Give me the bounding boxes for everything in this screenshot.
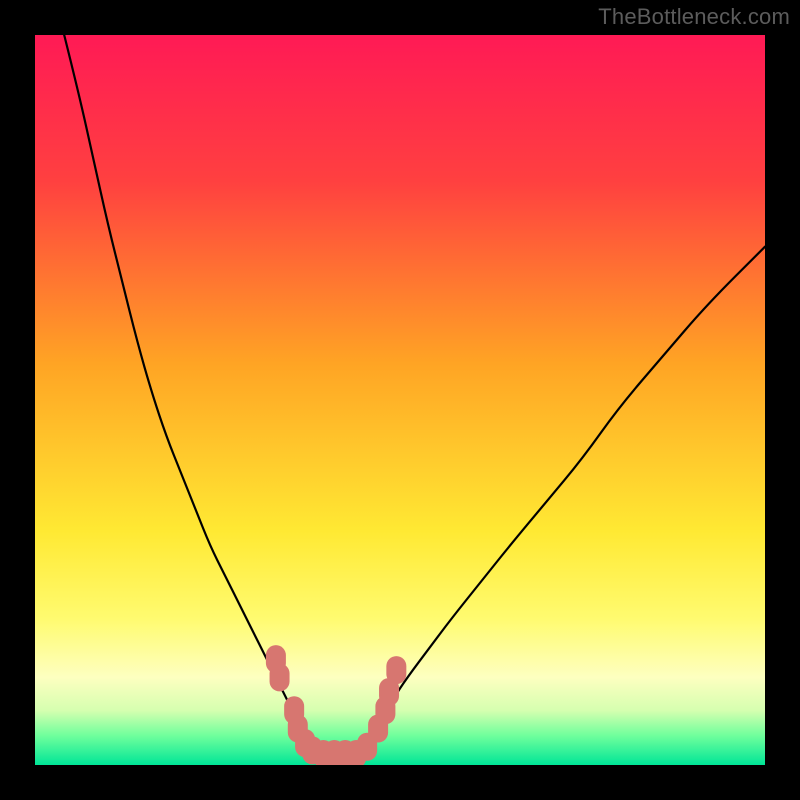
marker-14 [386,656,406,684]
plot-area [35,35,765,765]
chart-root: TheBottleneck.com [0,0,800,800]
chart-canvas [35,35,765,765]
watermark-text: TheBottleneck.com [598,4,790,30]
marker-1 [270,663,290,691]
background-gradient [35,35,765,765]
